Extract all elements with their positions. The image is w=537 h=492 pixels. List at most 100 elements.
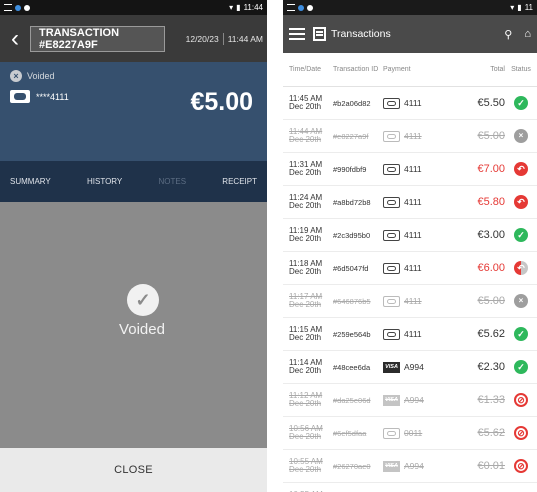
detail-tabs: SUMMARY HISTORY NOTES RECEIPT	[0, 161, 267, 202]
row-id: #b2a06d82	[333, 98, 371, 108]
row-time: 11:17 AM Dec 20th	[289, 291, 323, 309]
table-header: Time/Date Transaction ID Payment Total S…	[283, 53, 537, 87]
table-row[interactable]: 11:15 AM Dec 20th #259e564b 4111 €5.62 ✓	[283, 318, 537, 351]
row-id: #259e564b	[333, 329, 371, 339]
table-row[interactable]: 10:56 AM Dec 20th #6ef5dfaa 0011 €5.62 ⊘	[283, 417, 537, 450]
status-part-icon: ↶	[514, 261, 528, 275]
transactions-header: Transactions ⚲ ⌂	[283, 15, 537, 53]
row-total: €6.00	[477, 262, 505, 274]
row-id: #6d5047fd	[333, 263, 369, 273]
notification-icon	[4, 4, 12, 11]
tab-summary[interactable]: SUMMARY	[10, 177, 51, 186]
col-payment: Payment	[383, 66, 411, 73]
tab-history[interactable]: HISTORY	[87, 177, 122, 186]
visa-icon: VISA	[383, 361, 400, 373]
row-time: 11:12 AM Dec 20th	[289, 390, 323, 408]
row-time: 11:15 AM Dec 20th	[289, 324, 323, 342]
transactions-table: 11:45 AM Dec 20th #b2a06d82 4111 €5.50 ✓ 11:44…	[283, 87, 537, 492]
battery-icon: ▮	[236, 3, 241, 12]
mastercard-icon	[10, 90, 30, 103]
status-ref-icon: ↶	[514, 195, 528, 209]
row-time: 10:56 AM Dec 20th	[289, 423, 323, 441]
voided-x-icon: ×	[10, 70, 22, 82]
row-payment: VISA A994	[383, 394, 453, 406]
app-icon	[15, 4, 21, 11]
table-row[interactable]: 11:17 AM Dec 20th #646876b5 4111 €5.00 ×	[283, 285, 537, 318]
row-time: 11:24 AM Dec 20th	[289, 192, 323, 210]
status-ok-icon: ✓	[514, 96, 528, 110]
row-payment: 4111	[383, 130, 453, 142]
settings-icon	[307, 4, 313, 11]
row-payment: 4111	[383, 196, 453, 208]
card-icon	[383, 328, 400, 340]
detail-header: ‹ TRANSACTION #E8227A9F 12/20/23 11:44 A…	[0, 15, 267, 62]
table-row[interactable]: 11:44 AM Dec 20th #e8227a9f 4111 €5.00 ×	[283, 120, 537, 153]
row-total: €5.62	[477, 328, 505, 340]
row-time: 11:18 AM Dec 20th	[289, 258, 323, 276]
table-row[interactable]: 11:12 AM Dec 20th #da25e06d VISA A994 €1.33 ⊘	[283, 384, 537, 417]
row-payment: 0011	[383, 427, 453, 439]
row-total: €5.62	[477, 427, 505, 439]
home-icon[interactable]: ⌂	[524, 28, 531, 40]
row-total: €5.50	[477, 97, 505, 109]
close-button[interactable]: CLOSE	[0, 448, 267, 492]
visa-icon: VISA	[383, 394, 400, 406]
row-id: #48cee6da	[333, 362, 371, 372]
status-no-icon: ⊘	[514, 393, 528, 407]
table-row[interactable]: 11:14 AM Dec 20th #48cee6da VISA A994 €2.30 ✓	[283, 351, 537, 384]
notification-icon	[287, 4, 295, 11]
table-row[interactable]: 11:31 AM Dec 20th #990fdbf9 4111 €7.00 ↶	[283, 153, 537, 186]
row-time: 11:45 AM Dec 20th	[289, 93, 323, 111]
row-time: 11:14 AM Dec 20th	[289, 357, 323, 375]
col-time: Time/Date	[289, 66, 322, 73]
table-row[interactable]: 11:24 AM Dec 20th #a8bd72b8 4111 €5.80 ↶	[283, 186, 537, 219]
row-payment: 4111	[383, 262, 453, 274]
row-id: #2c3d95b0	[333, 230, 371, 240]
row-total: €3.00	[477, 229, 505, 241]
row-id: #26270ae0	[333, 461, 371, 471]
menu-icon[interactable]	[289, 28, 305, 40]
status-void-icon: ×	[514, 129, 528, 143]
table-row[interactable]: 11:19 AM Dec 20th #2c3d95b0 4111 €3.00 ✓	[283, 219, 537, 252]
status-no-icon: ⊘	[514, 459, 528, 473]
tab-notes[interactable]: NOTES	[159, 177, 187, 186]
row-id: #6ef5dfaa	[333, 428, 367, 438]
body-status-text: Voided	[119, 321, 165, 338]
status-ok-icon: ✓	[514, 228, 528, 242]
card-icon	[383, 97, 400, 109]
card-number: ****4111	[36, 91, 69, 102]
row-total: €7.00	[477, 163, 505, 175]
transaction-date: 12/20/23	[185, 33, 219, 44]
card-icon	[383, 229, 400, 241]
row-total: €5.00	[477, 295, 505, 307]
card-icon	[383, 262, 400, 274]
table-row[interactable]: 11:45 AM Dec 20th #b2a06d82 4111 €5.50 ✓	[283, 87, 537, 120]
row-total: €0.01	[477, 460, 505, 472]
transaction-summary-card: × Voided ****4111 €5.00	[0, 62, 267, 161]
table-row[interactable]: 10:55 AM Dec 20th #26270ae0 VISA A994 €0.01 ⊘	[283, 450, 537, 483]
col-id: Transaction ID	[333, 66, 379, 73]
row-payment: 4111	[383, 97, 453, 109]
row-id: #e8227a9f	[333, 131, 369, 141]
row-total: €5.00	[477, 130, 505, 142]
table-row[interactable]: 10:55 AMDec 20th#ae367e8fVISAA994€0.01⊘	[283, 483, 537, 492]
card-icon	[383, 295, 400, 307]
battery-icon: ▮	[517, 3, 522, 12]
row-payment: VISA A994	[383, 460, 453, 472]
row-payment: 4111	[383, 229, 453, 241]
voided-label: Voided	[27, 71, 55, 81]
row-payment: 4111	[383, 328, 453, 340]
transaction-title: TRANSACTION #E8227A9F	[30, 25, 165, 52]
page-title: Transactions	[331, 28, 391, 40]
screen-root: ▾ ▮ 11:44 ‹ TRANSACTION #E8227A9F 12/20/23…	[0, 0, 537, 492]
row-id: #a8bd72b8	[333, 197, 371, 207]
tab-receipt[interactable]: RECEIPT	[222, 177, 257, 186]
voided-check-icon: ✓	[127, 284, 159, 316]
back-arrow-icon[interactable]: ‹	[4, 26, 26, 51]
table-row[interactable]: 11:18 AM Dec 20th #6d5047fd 4111 €6.00 ↶	[283, 252, 537, 285]
search-icon[interactable]: ⚲	[504, 28, 512, 41]
app-icon	[298, 4, 304, 11]
transaction-amount: €5.00	[190, 88, 253, 116]
status-no-icon: ⊘	[514, 426, 528, 440]
row-total: €2.30	[477, 361, 505, 373]
